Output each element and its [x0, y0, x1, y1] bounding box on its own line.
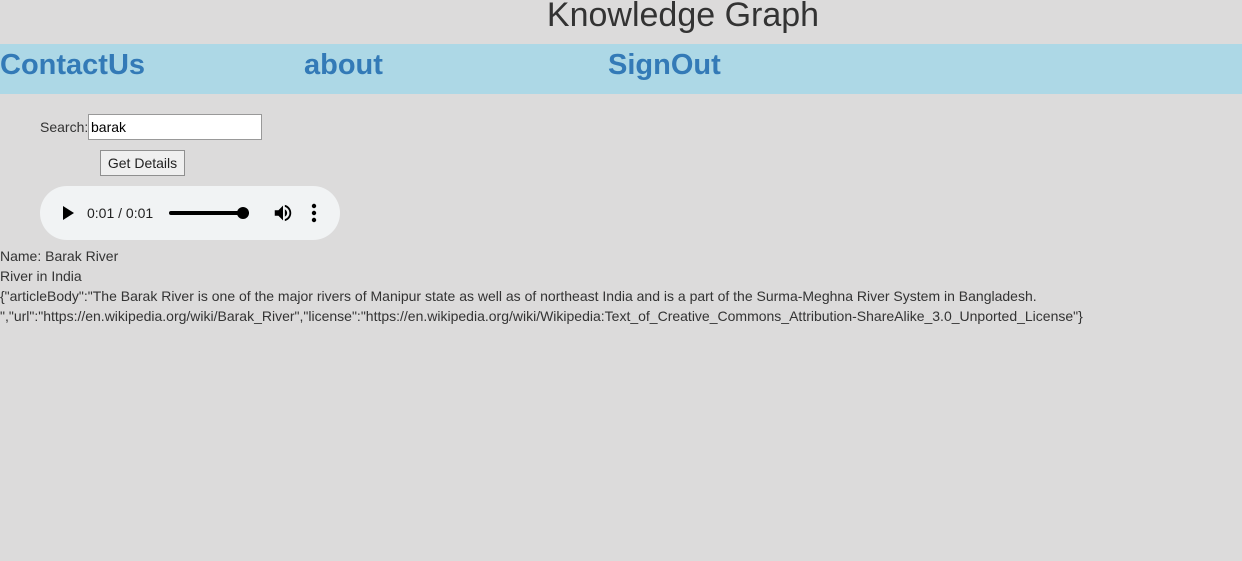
nav-link-contact-us[interactable]: ContactUs: [0, 48, 145, 82]
page-title: Knowledge Graph: [546, 0, 820, 34]
result-detail-line-2: ","url":"https://en.wikipedia.org/wiki/B…: [0, 308, 1083, 324]
search-input[interactable]: [88, 114, 262, 140]
seek-slider[interactable]: [169, 206, 249, 220]
search-label: Search:: [40, 119, 89, 135]
navbar: ContactUs about SignOut: [0, 44, 1242, 94]
result-description: River in India: [0, 268, 82, 284]
volume-icon[interactable]: [272, 202, 294, 224]
nav-link-about[interactable]: about: [304, 48, 383, 82]
nav-link-sign-out[interactable]: SignOut: [608, 48, 721, 82]
seek-thumb[interactable]: [237, 207, 249, 219]
result-panel: Name: Barak River River in India {"artic…: [0, 246, 1242, 326]
play-icon[interactable]: [59, 204, 77, 222]
more-vertical-icon[interactable]: [304, 202, 324, 224]
time-display: 0:01 / 0:01: [87, 205, 154, 221]
result-detail-line-1: {"articleBody":"The Barak River is one o…: [0, 288, 1037, 304]
get-details-button[interactable]: Get Details: [100, 150, 185, 176]
audio-player: 0:01 / 0:01: [40, 186, 340, 240]
result-name: Name: Barak River: [0, 248, 119, 264]
